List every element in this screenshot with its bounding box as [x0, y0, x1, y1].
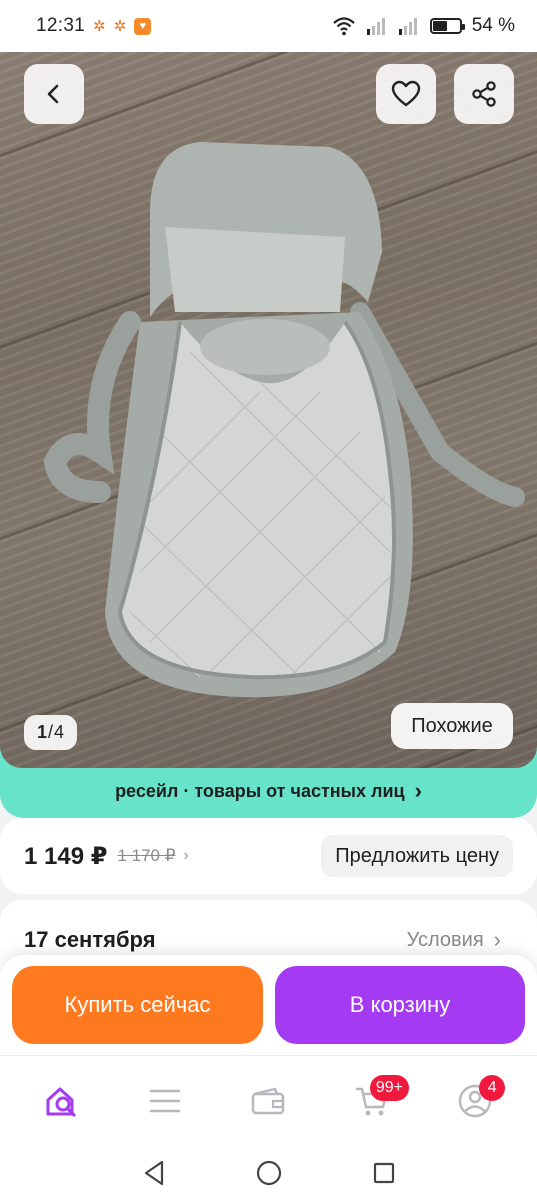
nav-wallet[interactable]: [238, 1071, 298, 1131]
battery-percent: 54 %: [471, 15, 515, 36]
price-old[interactable]: 1 170 ₽: [117, 846, 175, 866]
conditions-link[interactable]: Условия ›: [407, 927, 513, 953]
status-left: 12:31 ✲ ✲ ♥: [36, 15, 152, 37]
buy-now-button[interactable]: Купить сейчас: [12, 966, 263, 1044]
status-right: 54 %: [332, 15, 515, 37]
home-search-icon: [46, 1087, 76, 1117]
battery-icon: [429, 18, 465, 34]
nav-catalog[interactable]: [135, 1071, 195, 1131]
battery-fill: [432, 21, 447, 31]
notification-star-icon: ✲: [93, 17, 106, 35]
profile-badge: 4: [479, 1074, 506, 1101]
chevron-left-icon: [47, 84, 59, 104]
add-to-cart-button[interactable]: В корзину: [275, 966, 525, 1044]
share-icon: [472, 81, 496, 107]
nav-cart[interactable]: 99+: [342, 1071, 409, 1131]
signal-icon: [366, 18, 385, 35]
bottom-nav: 99+ 4: [0, 1055, 537, 1145]
image-counter: 1 / 4: [24, 715, 78, 750]
similar-button[interactable]: Похожие: [391, 703, 513, 749]
action-bar: Купить сейчас В корзину: [0, 955, 537, 1055]
offer-price-button[interactable]: Предложить цену: [321, 835, 513, 877]
status-bar: 12:31 ✲ ✲ ♥ 54 %: [0, 0, 537, 52]
back-triangle-icon[interactable]: [142, 1160, 166, 1186]
price-card: 1 149 ₽ 1 170 ₽ › Предложить цену: [0, 818, 537, 894]
product-photo: [43, 142, 525, 698]
nav-home[interactable]: [32, 1071, 92, 1131]
system-nav: [0, 1145, 537, 1200]
favorite-button[interactable]: [376, 64, 436, 124]
product-page: 12:31 ✲ ✲ ♥ 54 % 1 / 4 Похожие ресейл · …: [0, 0, 537, 1200]
chevron-right-icon: ›: [183, 847, 189, 864]
price-current: 1 149 ₽: [24, 842, 108, 870]
nav-profile[interactable]: 4: [445, 1071, 506, 1131]
app-notification-icon: ♥: [134, 17, 152, 35]
wifi-icon: [332, 17, 355, 36]
wallet-icon: [252, 1087, 285, 1114]
product-image-gallery[interactable]: 1 / 4 Похожие: [0, 52, 537, 768]
chevron-right-icon: ›: [493, 927, 501, 952]
home-circle-icon[interactable]: [256, 1160, 282, 1186]
image-counter-current: 1: [37, 722, 48, 742]
resale-banner[interactable]: ресейл · товары от частных лиц ›: [0, 768, 537, 814]
image-counter-total: 4: [54, 722, 65, 742]
resale-banner-text: ресейл · товары от частных лиц: [115, 780, 405, 801]
image-counter-separator: /: [48, 722, 54, 742]
delivery-date: 17 сентября: [24, 927, 156, 952]
recents-square-icon[interactable]: [372, 1161, 396, 1185]
signal-icon: [398, 18, 417, 35]
cart-badge: 99+: [369, 1074, 409, 1101]
status-time: 12:31: [36, 15, 86, 36]
share-button[interactable]: [454, 64, 514, 124]
heart-icon: [391, 80, 421, 107]
conditions-label: Условия: [406, 928, 484, 951]
notification-star-icon: ✲: [113, 17, 127, 35]
chevron-right-icon: ›: [414, 778, 422, 803]
catalog-menu-icon: [149, 1089, 181, 1112]
back-button[interactable]: [24, 64, 84, 124]
